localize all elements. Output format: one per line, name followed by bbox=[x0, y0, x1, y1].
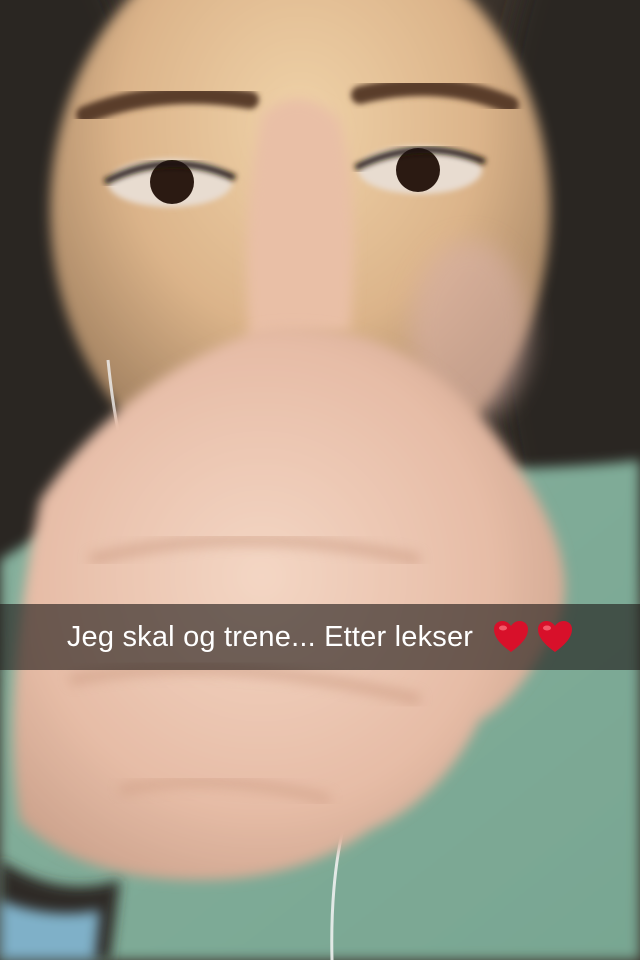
heart-icon bbox=[494, 621, 529, 652]
caption: Jeg skal og trene... Etter lekser bbox=[67, 620, 573, 654]
snap-viewer[interactable]: Jeg skal og trene... Etter lekser bbox=[0, 0, 640, 960]
selfie-photo bbox=[0, 0, 640, 960]
caption-bar: Jeg skal og trene... Etter lekser bbox=[0, 604, 640, 670]
caption-text: Jeg skal og trene... Etter lekser bbox=[66, 620, 474, 653]
heart-icon bbox=[538, 621, 573, 652]
